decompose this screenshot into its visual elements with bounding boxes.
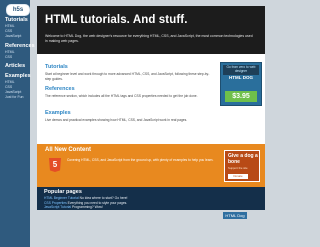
- hero-intro: Welcome to HTML Dog, the web designer's …: [45, 34, 253, 43]
- donate-button[interactable]: Donate: [228, 174, 248, 179]
- sidebar-item[interactable]: JavaScript: [5, 34, 28, 39]
- donate-box[interactable]: Give a dog a bone Support the site Donat…: [224, 150, 260, 182]
- tutorials-text: Start at beginner level and work through…: [45, 72, 210, 81]
- sidebar-item[interactable]: Just for Fun: [5, 95, 31, 100]
- sidebar-heading[interactable]: Examples: [5, 73, 31, 79]
- popular-row: CSS Properties Everything you need to st…: [44, 201, 127, 205]
- page-title: HTML tutorials. And stuff.: [45, 14, 188, 26]
- popular-desc: Everything you need to style your pages.: [67, 200, 128, 205]
- popular-desc: Programming? Wow!: [72, 205, 103, 209]
- donate-title: Give a dog a bone: [228, 153, 258, 165]
- sidebar-section-articles: Articles: [5, 63, 25, 70]
- book-ad[interactable]: Go from zero to web designer HTML DOG $3…: [220, 62, 262, 106]
- popular-row: HTML Beginner Tutorial No idea where to …: [44, 196, 127, 200]
- popular-desc: No idea where to start? Go here!: [79, 196, 128, 200]
- ad-price: $3.95: [225, 91, 257, 102]
- hero-banner: HTML tutorials. And stuff. Welcome to HT…: [37, 6, 265, 54]
- main-panel: HTML tutorials. And stuff. Welcome to HT…: [37, 6, 265, 210]
- site-logo[interactable]: h5s: [6, 4, 30, 16]
- sidebar-heading[interactable]: Tutorials: [5, 17, 28, 23]
- html5-icon: 5: [49, 158, 61, 172]
- sidebar-heading[interactable]: References: [5, 43, 35, 49]
- examples-text: Live demos and practical examples showin…: [45, 118, 188, 122]
- examples-heading[interactable]: Examples: [45, 110, 71, 116]
- popular-pages: Popular pages HTML Beginner Tutorial No …: [37, 187, 265, 210]
- new-content-banner: All New Content 5 Covering HTML, CSS, an…: [37, 144, 265, 187]
- popular-link[interactable]: CSS Properties: [44, 201, 67, 205]
- popular-link[interactable]: HTML Beginner Tutorial: [44, 196, 79, 200]
- sidebar: h5s Tutorials HTML CSS JavaScript Refere…: [0, 0, 35, 247]
- sidebar-section-references: References HTML CSS: [5, 43, 35, 60]
- footer-button[interactable]: HTML Dog: [223, 212, 247, 219]
- popular-link[interactable]: JavaScript Tutorial: [44, 205, 71, 209]
- references-text: The reference section, which includes al…: [45, 94, 198, 98]
- new-content-text: Covering HTML, CSS, and JavaScript from …: [67, 158, 214, 162]
- sidebar-section-tutorials: Tutorials HTML CSS JavaScript: [5, 17, 28, 39]
- popular-row: JavaScript Tutorial Programming? Wow!: [44, 205, 103, 209]
- sidebar-section-examples: Examples HTML CSS JavaScript Just for Fu…: [5, 73, 31, 100]
- sidebar-heading[interactable]: Articles: [5, 63, 25, 69]
- donate-subtitle: Support the site: [228, 166, 248, 170]
- tutorials-heading[interactable]: Tutorials: [45, 64, 68, 70]
- ad-tagline: Go from zero to web designer: [223, 65, 259, 75]
- new-content-heading: All New Content: [45, 147, 91, 153]
- ad-title: HTML DOG: [229, 75, 253, 80]
- popular-heading: Popular pages: [44, 189, 82, 195]
- references-heading[interactable]: References: [45, 86, 75, 92]
- sidebar-item[interactable]: CSS: [5, 55, 35, 60]
